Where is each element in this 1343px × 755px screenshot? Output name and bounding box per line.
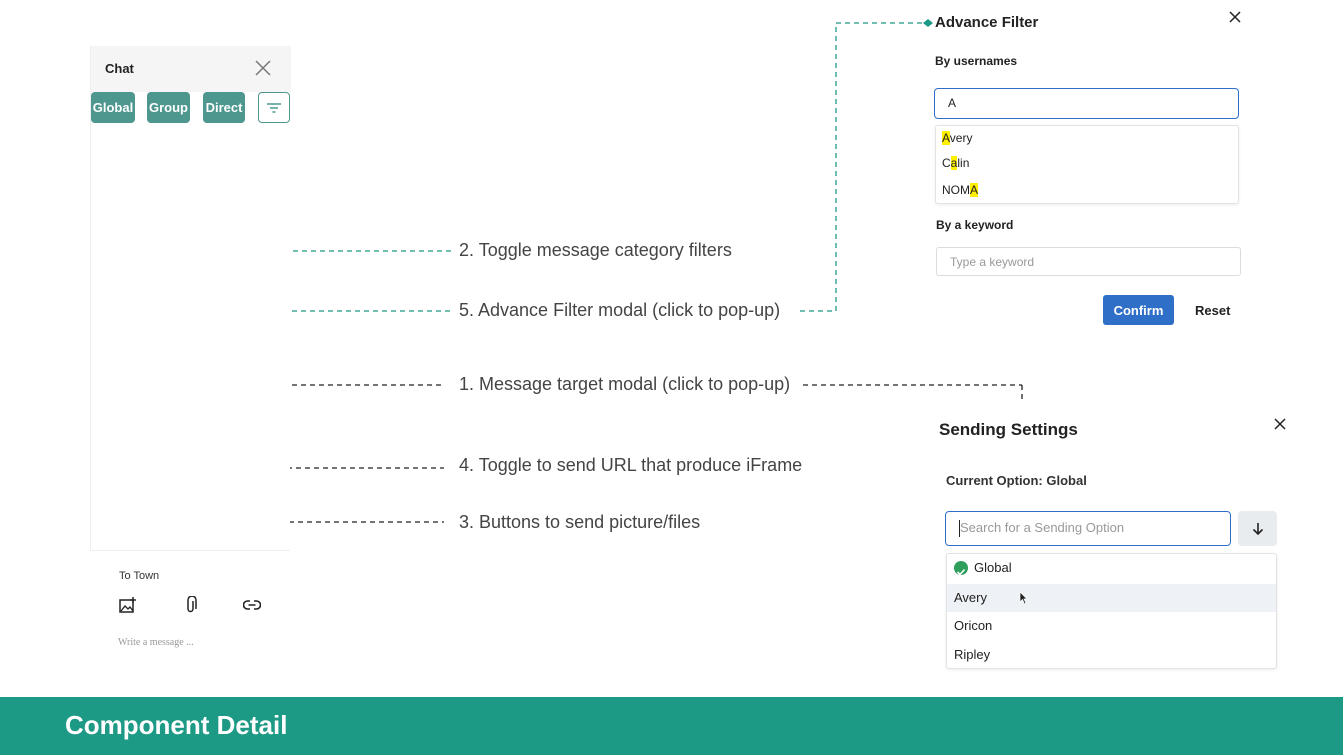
paperclip-icon[interactable] (185, 596, 197, 614)
message-target-button[interactable]: To Town (119, 570, 159, 582)
link-icon[interactable] (243, 599, 261, 611)
tab-global[interactable]: Global (91, 92, 135, 123)
sending-settings-title: Sending Settings (939, 420, 1078, 439)
suggestion-item[interactable]: Avery (942, 131, 972, 145)
confirm-button[interactable]: Confirm (1103, 295, 1174, 325)
username-search-input[interactable]: A (934, 88, 1239, 119)
suggestion-item[interactable]: NOMA (942, 183, 979, 197)
close-icon[interactable] (254, 59, 272, 77)
option-global[interactable]: Global (947, 554, 1276, 582)
advance-filter-title: Advance Filter (935, 14, 1039, 31)
footer-title: Component Detail (65, 710, 288, 740)
image-add-icon[interactable] (119, 596, 137, 614)
annotation-toggle-filters: 2. Toggle message category filters (459, 240, 732, 260)
sending-options-list: Global Avery Oricon Ripley (946, 553, 1277, 669)
tab-direct[interactable]: Direct (203, 92, 245, 123)
by-keyword-label: By a keyword (936, 218, 1014, 232)
suggestion-item[interactable]: Calin (942, 156, 969, 170)
sending-option-search-input[interactable]: Search for a Sending Option (945, 511, 1231, 546)
tab-group[interactable]: Group (147, 92, 190, 123)
annotation-advance-filter: 5. Advance Filter modal (click to pop-up… (459, 300, 781, 320)
reset-button[interactable]: Reset (1195, 303, 1230, 318)
mouse-cursor-icon (1019, 591, 1028, 605)
option-avery[interactable]: Avery (947, 584, 1276, 612)
advance-filter-button[interactable] (258, 92, 290, 123)
footer-bar: Component Detail (0, 697, 1343, 755)
annotation-send-buttons: 3. Buttons to send picture/files (459, 512, 701, 532)
text-caret (959, 520, 960, 537)
close-icon[interactable] (1273, 417, 1287, 431)
message-input[interactable]: Write a message ... (118, 637, 194, 648)
close-icon[interactable] (1228, 10, 1242, 24)
username-suggestions: Avery Calin NOMA (935, 125, 1239, 204)
option-ripley[interactable]: Ripley (947, 641, 1276, 669)
chat-title: Chat (105, 61, 134, 76)
filter-icon (267, 102, 281, 113)
keyword-input[interactable]: Type a keyword (936, 247, 1241, 276)
arrow-down-icon (1252, 522, 1263, 535)
option-oricon[interactable]: Oricon (947, 612, 1276, 640)
annotation-message-target: 1. Message target modal (click to pop-up… (459, 374, 791, 394)
check-circle-icon (954, 561, 968, 576)
current-option-label: Current Option: Global (946, 473, 1087, 488)
by-usernames-label: By usernames (935, 54, 1018, 68)
dropdown-toggle-button[interactable] (1238, 511, 1277, 546)
chat-header: Chat (91, 46, 291, 92)
annotation-toggle-url: 4. Toggle to send URL that produce iFram… (459, 455, 803, 475)
